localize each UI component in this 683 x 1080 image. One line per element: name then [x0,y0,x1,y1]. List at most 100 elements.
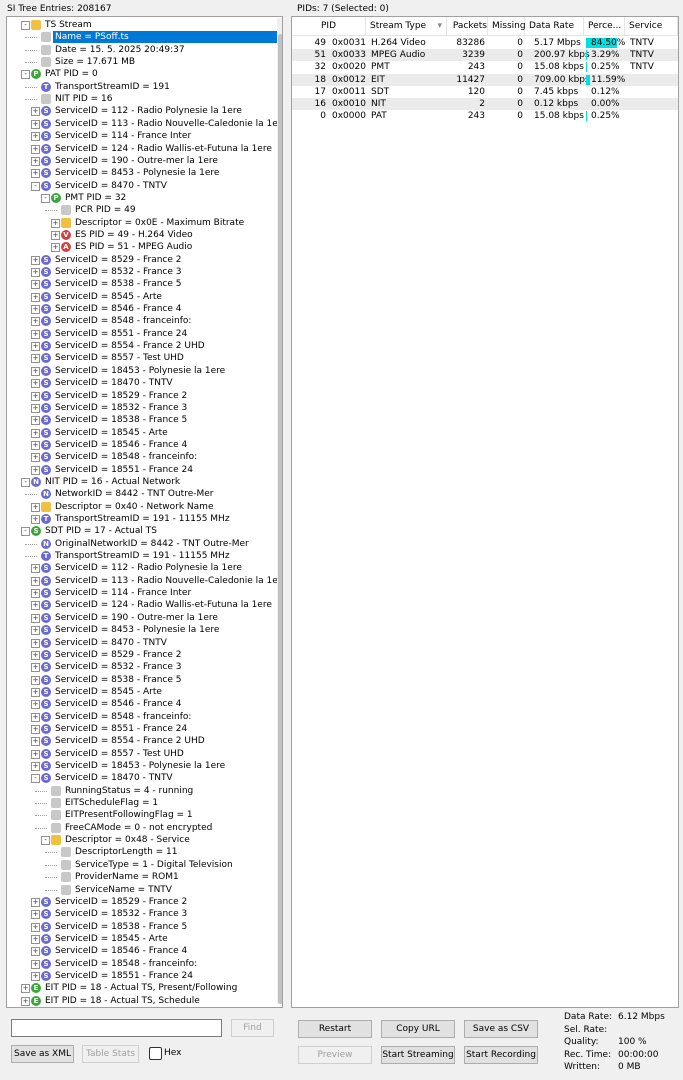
expand-toggle-icon[interactable]: + [31,700,40,710]
tree-node[interactable]: + S ServiceID = 18545 - Arte [7,427,275,439]
expand-toggle-icon[interactable]: + [31,971,40,981]
tree-node[interactable]: + S ServiceID = 18548 - franceinfo: [7,958,275,970]
tree-node[interactable]: DescriptorLength = 11 [7,846,275,858]
tree-node[interactable]: - N NIT PID = 16 - Actual Network [7,476,275,488]
expand-toggle-icon[interactable]: + [31,638,40,648]
expand-toggle-icon[interactable]: + [31,119,40,129]
tree-scrollbar[interactable] [277,18,282,1004]
collapse-toggle-icon[interactable]: - [41,836,50,846]
tree-node[interactable]: ServiceType = 1 - Digital Television [7,859,275,871]
expand-toggle-icon[interactable]: + [31,156,40,166]
expand-toggle-icon[interactable]: + [31,724,40,734]
tree-node[interactable]: + S ServiceID = 8545 - Arte [7,291,275,303]
tree-node[interactable]: EITPresentFollowingFlag = 1 [7,809,275,821]
tree-node[interactable]: - S ServiceID = 18470 - TNTV [7,772,275,784]
column-header-pid[interactable]: PID [292,17,366,35]
expand-toggle-icon[interactable]: + [31,366,40,376]
pid-row[interactable]: 49 0x0031 H.264 Video 83286 0 5.17 Mbps 84.50%… [292,37,678,49]
tree-node[interactable]: + S ServiceID = 114 - France Inter [7,130,275,142]
expand-toggle-icon[interactable]: + [31,280,40,290]
expand-toggle-icon[interactable]: + [31,428,40,438]
expand-toggle-icon[interactable]: + [31,107,40,117]
tree-node[interactable]: + S ServiceID = 18551 - France 24 [7,464,275,476]
expand-toggle-icon[interactable]: + [31,453,40,463]
expand-toggle-icon[interactable]: + [31,762,40,771]
tree-node[interactable]: PCR PID = 49 [7,204,275,216]
tree-node[interactable]: + S ServiceID = 18532 - France 3 [7,908,275,920]
tree-node[interactable]: T TransportStreamID = 191 - 11155 MHz [7,550,275,562]
expand-toggle-icon[interactable]: + [31,601,40,611]
tree-node[interactable]: + S ServiceID = 8557 - Test UHD [7,352,275,364]
expand-toggle-icon[interactable]: + [31,576,40,586]
expand-toggle-icon[interactable]: + [31,737,40,747]
expand-toggle-icon[interactable]: + [31,934,40,944]
tree-node[interactable]: + S ServiceID = 112 - Radio Polynesie la 1… [7,105,275,117]
save-as-xml-button[interactable]: Save as XML [11,1045,74,1063]
expand-toggle-icon[interactable]: + [31,650,40,660]
tree-node[interactable]: FreeCAMode = 0 - not encrypted [7,822,275,834]
tree-node[interactable]: - Descriptor = 0x48 - Service [7,834,275,846]
tree-node[interactable]: + S ServiceID = 190 - Outre-mer la 1ere [7,155,275,167]
tree-node[interactable]: + S ServiceID = 18532 - France 3 [7,402,275,414]
tree-node[interactable]: - S SDT PID = 17 - Actual TS [7,525,275,537]
collapse-toggle-icon[interactable]: - [41,193,50,203]
collapse-toggle-icon[interactable]: - [31,774,40,784]
expand-toggle-icon[interactable]: + [31,268,40,277]
tree-node[interactable]: ProviderName = ROM1 [7,871,275,883]
expand-toggle-icon[interactable]: + [31,564,40,574]
tree-node[interactable]: + S ServiceID = 18551 - France 24 [7,970,275,982]
tree-node[interactable]: + S ServiceID = 112 - Radio Polynesie la 1… [7,562,275,574]
expand-toggle-icon[interactable]: + [21,996,30,1006]
tree-node[interactable]: + S ServiceID = 18453 - Polynesie la 1ere [7,760,275,772]
si-tree[interactable]: - TS Stream Name = PSoff.ts Date = 15. 5. 2… [6,16,283,1008]
tree-node[interactable]: + T TransportStreamID = 191 - 11155 MHz [7,513,275,525]
tree-node[interactable]: + S ServiceID = 18538 - France 5 [7,921,275,933]
tree-node[interactable]: + E EIT PID = 18 - Actual TS, Schedule [7,995,275,1007]
expand-toggle-icon[interactable]: + [31,922,40,932]
tree-node[interactable]: Date = 15. 5. 2025 20:49:37 [7,44,275,56]
column-header-stream-type[interactable]: Stream Type ▾ [367,17,447,35]
tree-node[interactable]: + S ServiceID = 8554 - France 2 UHD [7,735,275,747]
tree-node[interactable]: + S ServiceID = 8532 - France 3 [7,661,275,673]
tree-node[interactable]: + S ServiceID = 8532 - France 3 [7,266,275,278]
expand-toggle-icon[interactable]: + [31,502,40,512]
column-header-missing[interactable]: Missing [489,17,526,35]
tree-node[interactable]: + S ServiceID = 18546 - France 4 [7,945,275,957]
tree-node[interactable]: + S ServiceID = 8453 - Polynesie la 1ere [7,624,275,636]
expand-toggle-icon[interactable]: + [31,292,40,302]
tree-node[interactable]: + S ServiceID = 8538 - France 5 [7,674,275,686]
tree-node[interactable]: + S ServiceID = 8529 - France 2 [7,254,275,266]
tree-node[interactable]: + A ES PID = 51 - MPEG Audio [7,241,275,253]
expand-toggle-icon[interactable]: + [31,317,40,327]
tree-node[interactable]: + S ServiceID = 8453 - Polynesie la 1ere [7,167,275,179]
column-header-packets[interactable]: Packets [448,17,488,35]
tree-node[interactable]: + S ServiceID = 18548 - franceinfo: [7,451,275,463]
tree-node[interactable]: + S ServiceID = 18470 - TNTV [7,377,275,389]
expand-toggle-icon[interactable]: + [31,465,40,475]
tree-node[interactable]: + S ServiceID = 113 - Radio Nouvelle-Caled… [7,575,282,587]
expand-toggle-icon[interactable]: + [31,675,40,685]
tree-node[interactable]: + Descriptor = 0x40 - Network Name [7,501,275,513]
expand-toggle-icon[interactable]: + [31,255,40,265]
tree-node[interactable]: + S ServiceID = 8557 - Test UHD [7,748,275,760]
expand-toggle-icon[interactable]: + [31,910,40,920]
tree-node[interactable]: + S ServiceID = 8548 - franceinfo: [7,315,275,327]
tree-node[interactable]: + S ServiceID = 18453 - Polynesie la 1ere [7,365,275,377]
copy-url-button[interactable]: Copy URL [381,1020,455,1038]
expand-toggle-icon[interactable]: + [31,342,40,352]
expand-toggle-icon[interactable]: + [31,391,40,401]
hex-checkbox[interactable] [149,1047,162,1060]
expand-toggle-icon[interactable]: + [31,416,40,426]
expand-toggle-icon[interactable]: + [31,959,40,969]
tree-node[interactable]: + S ServiceID = 8548 - franceinfo: [7,711,275,723]
tree-node[interactable]: N OriginalNetworkID = 8442 - TNT Outre-Me… [7,538,275,550]
tree-node[interactable]: + S ServiceID = 18529 - France 2 [7,896,275,908]
tree-node[interactable]: + S ServiceID = 8546 - France 4 [7,698,275,710]
tree-node[interactable]: + S ServiceID = 8554 - France 2 UHD [7,340,275,352]
column-header-service[interactable]: Service [626,17,678,35]
pid-row[interactable]: 17 0x0011 SDT 120 0 7.45 kbps 0.12% [292,86,678,98]
pid-row[interactable]: 18 0x0012 EIT 11427 0 709.00 kbps 11.59% [292,73,678,86]
tree-node[interactable]: + S ServiceID = 124 - Radio Wallis-et-Futu… [7,143,275,155]
search-field[interactable] [12,1020,216,1036]
restart-button[interactable]: Restart [298,1020,372,1038]
